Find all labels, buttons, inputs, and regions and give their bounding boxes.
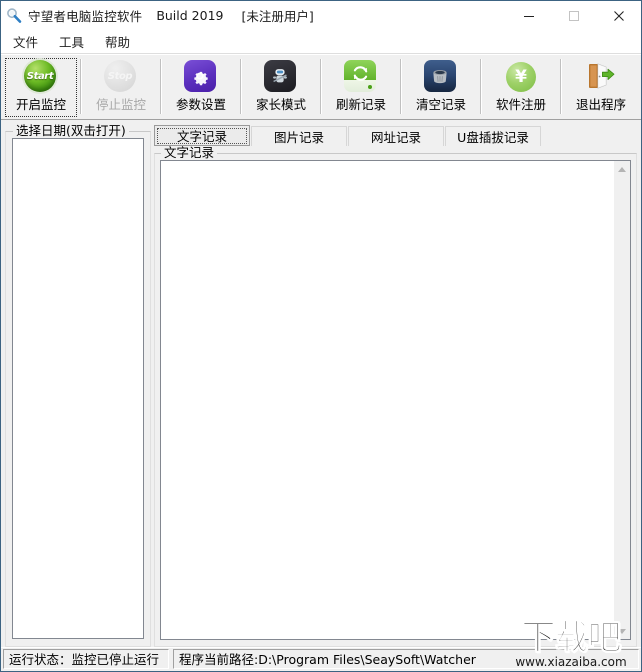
start-icon: Start xyxy=(24,60,58,94)
toolbar-button-label: 退出程序 xyxy=(575,97,626,112)
start-icon-glyph: Start xyxy=(24,60,56,92)
refresh-icon xyxy=(344,60,378,94)
stop-icon-glyph: Stop xyxy=(104,60,136,92)
toolbar-button-label: 刷新记录 xyxy=(335,97,386,112)
menu-item-file[interactable]: 文件 xyxy=(9,30,47,53)
text-records-view[interactable] xyxy=(160,160,631,640)
tab-text-records[interactable]: 文字记录 xyxy=(154,125,250,146)
records-pane: 文字记录 图片记录 网址记录 U盘插拔记录 文字记录 xyxy=(154,125,637,647)
window-title: 守望者电脑监控软件 xyxy=(28,9,143,24)
status-program-path: 程序当前路径:D:\Program Files\SeaySoft\Watcher xyxy=(173,648,639,669)
stop-icon: Stop xyxy=(104,60,138,94)
tab-label: 文字记录 xyxy=(176,129,227,144)
tab-image-records[interactable]: 图片记录 xyxy=(251,126,347,146)
toolbar-button-label: 开启监控 xyxy=(15,97,66,112)
scroll-up-arrow-icon[interactable] xyxy=(614,161,630,177)
tab-label: 网址记录 xyxy=(370,130,421,145)
registration-status: [未注册用户] xyxy=(241,9,314,24)
yen-icon: ¥ xyxy=(504,60,538,94)
toolbar-button-label: 参数设置 xyxy=(175,97,226,112)
minimize-button[interactable] xyxy=(506,1,551,30)
trash-icon xyxy=(424,60,458,94)
tab-label: U盘插拔记录 xyxy=(457,130,529,145)
refresh-icon-glyph xyxy=(353,66,367,81)
menu-bar: 文件 工具 帮助 xyxy=(1,30,641,54)
scroll-down-arrow-icon[interactable] xyxy=(614,623,630,639)
exit-door-icon xyxy=(584,60,618,94)
exit-door-icon-glyph xyxy=(589,63,615,89)
toolbar-button-label: 停止监控 xyxy=(95,97,146,112)
gear-icon-glyph xyxy=(194,71,208,86)
trash-icon-glyph xyxy=(433,69,447,84)
status-run-state: 运行状态：监控已停止运行 xyxy=(3,648,169,669)
yen-icon-glyph: ¥ xyxy=(506,62,536,92)
toolbar-button-parent-mode[interactable]: 家长模式 xyxy=(242,57,320,118)
title-bar: 守望者电脑监控软件 Build 2019 [未注册用户] xyxy=(1,1,641,30)
text-records-scrollbar[interactable] xyxy=(613,161,630,639)
robot-icon-glyph xyxy=(273,69,287,83)
text-records-group-title: 文字记录 xyxy=(161,146,218,160)
status-bar: 运行状态：监控已停止运行 程序当前路径:D:\Program Files\Sea… xyxy=(1,647,641,671)
text-records-content[interactable] xyxy=(161,161,613,639)
tab-usb-records[interactable]: U盘插拔记录 xyxy=(445,126,541,146)
tab-body: 文字记录 xyxy=(154,145,637,647)
robot-icon xyxy=(264,60,298,94)
menu-item-help[interactable]: 帮助 xyxy=(101,30,139,53)
toolbar-button-stop-monitoring[interactable]: Stop 停止监控 xyxy=(82,57,160,118)
toolbar-button-label: 清空记录 xyxy=(415,97,466,112)
toolbar-button-label: 家长模式 xyxy=(255,97,306,112)
toolbar-button-exit[interactable]: 退出程序 xyxy=(562,57,640,118)
window-build: Build 2019 xyxy=(156,8,224,23)
tab-label: 图片记录 xyxy=(273,130,324,145)
toolbar-button-start-monitoring[interactable]: Start 开启监控 xyxy=(2,57,80,118)
magnifier-icon xyxy=(5,7,23,25)
client-area: 选择日期(双击打开) 文字记录 图片记录 网址记录 U盘插拔记录 文字记录 xyxy=(1,120,641,647)
maximize-button[interactable] xyxy=(551,1,596,30)
text-records-group: 文字记录 xyxy=(154,146,637,647)
tab-strip-filler xyxy=(542,126,637,146)
date-selection-group-title: 选择日期(双击打开) xyxy=(13,124,129,138)
menu-item-tools[interactable]: 工具 xyxy=(55,30,93,53)
date-list[interactable] xyxy=(12,138,144,639)
close-button[interactable] xyxy=(596,1,641,30)
toolbar-button-refresh-records[interactable]: 刷新记录 xyxy=(322,57,400,118)
toolbar-button-label: 软件注册 xyxy=(495,97,546,112)
application-window: 守望者电脑监控软件 Build 2019 [未注册用户] 文件 工具 帮助 St… xyxy=(0,0,642,672)
tab-strip: 文字记录 图片记录 网址记录 U盘插拔记录 xyxy=(154,125,637,146)
toolbar-button-register[interactable]: ¥ 软件注册 xyxy=(482,57,560,118)
gear-icon xyxy=(184,60,218,94)
scroll-track[interactable] xyxy=(614,177,630,623)
date-selection-group: 选择日期(双击打开) xyxy=(5,124,151,647)
refresh-status-dot xyxy=(368,85,372,89)
toolbar-button-settings[interactable]: 参数设置 xyxy=(162,57,240,118)
toolbar: Start 开启监控 Stop 停止监控 参数设置 家长模式 刷新记录 清空记录… xyxy=(1,54,641,120)
window-controls xyxy=(506,1,641,30)
toolbar-button-clear-records[interactable]: 清空记录 xyxy=(402,57,480,118)
tab-url-records[interactable]: 网址记录 xyxy=(348,126,444,146)
